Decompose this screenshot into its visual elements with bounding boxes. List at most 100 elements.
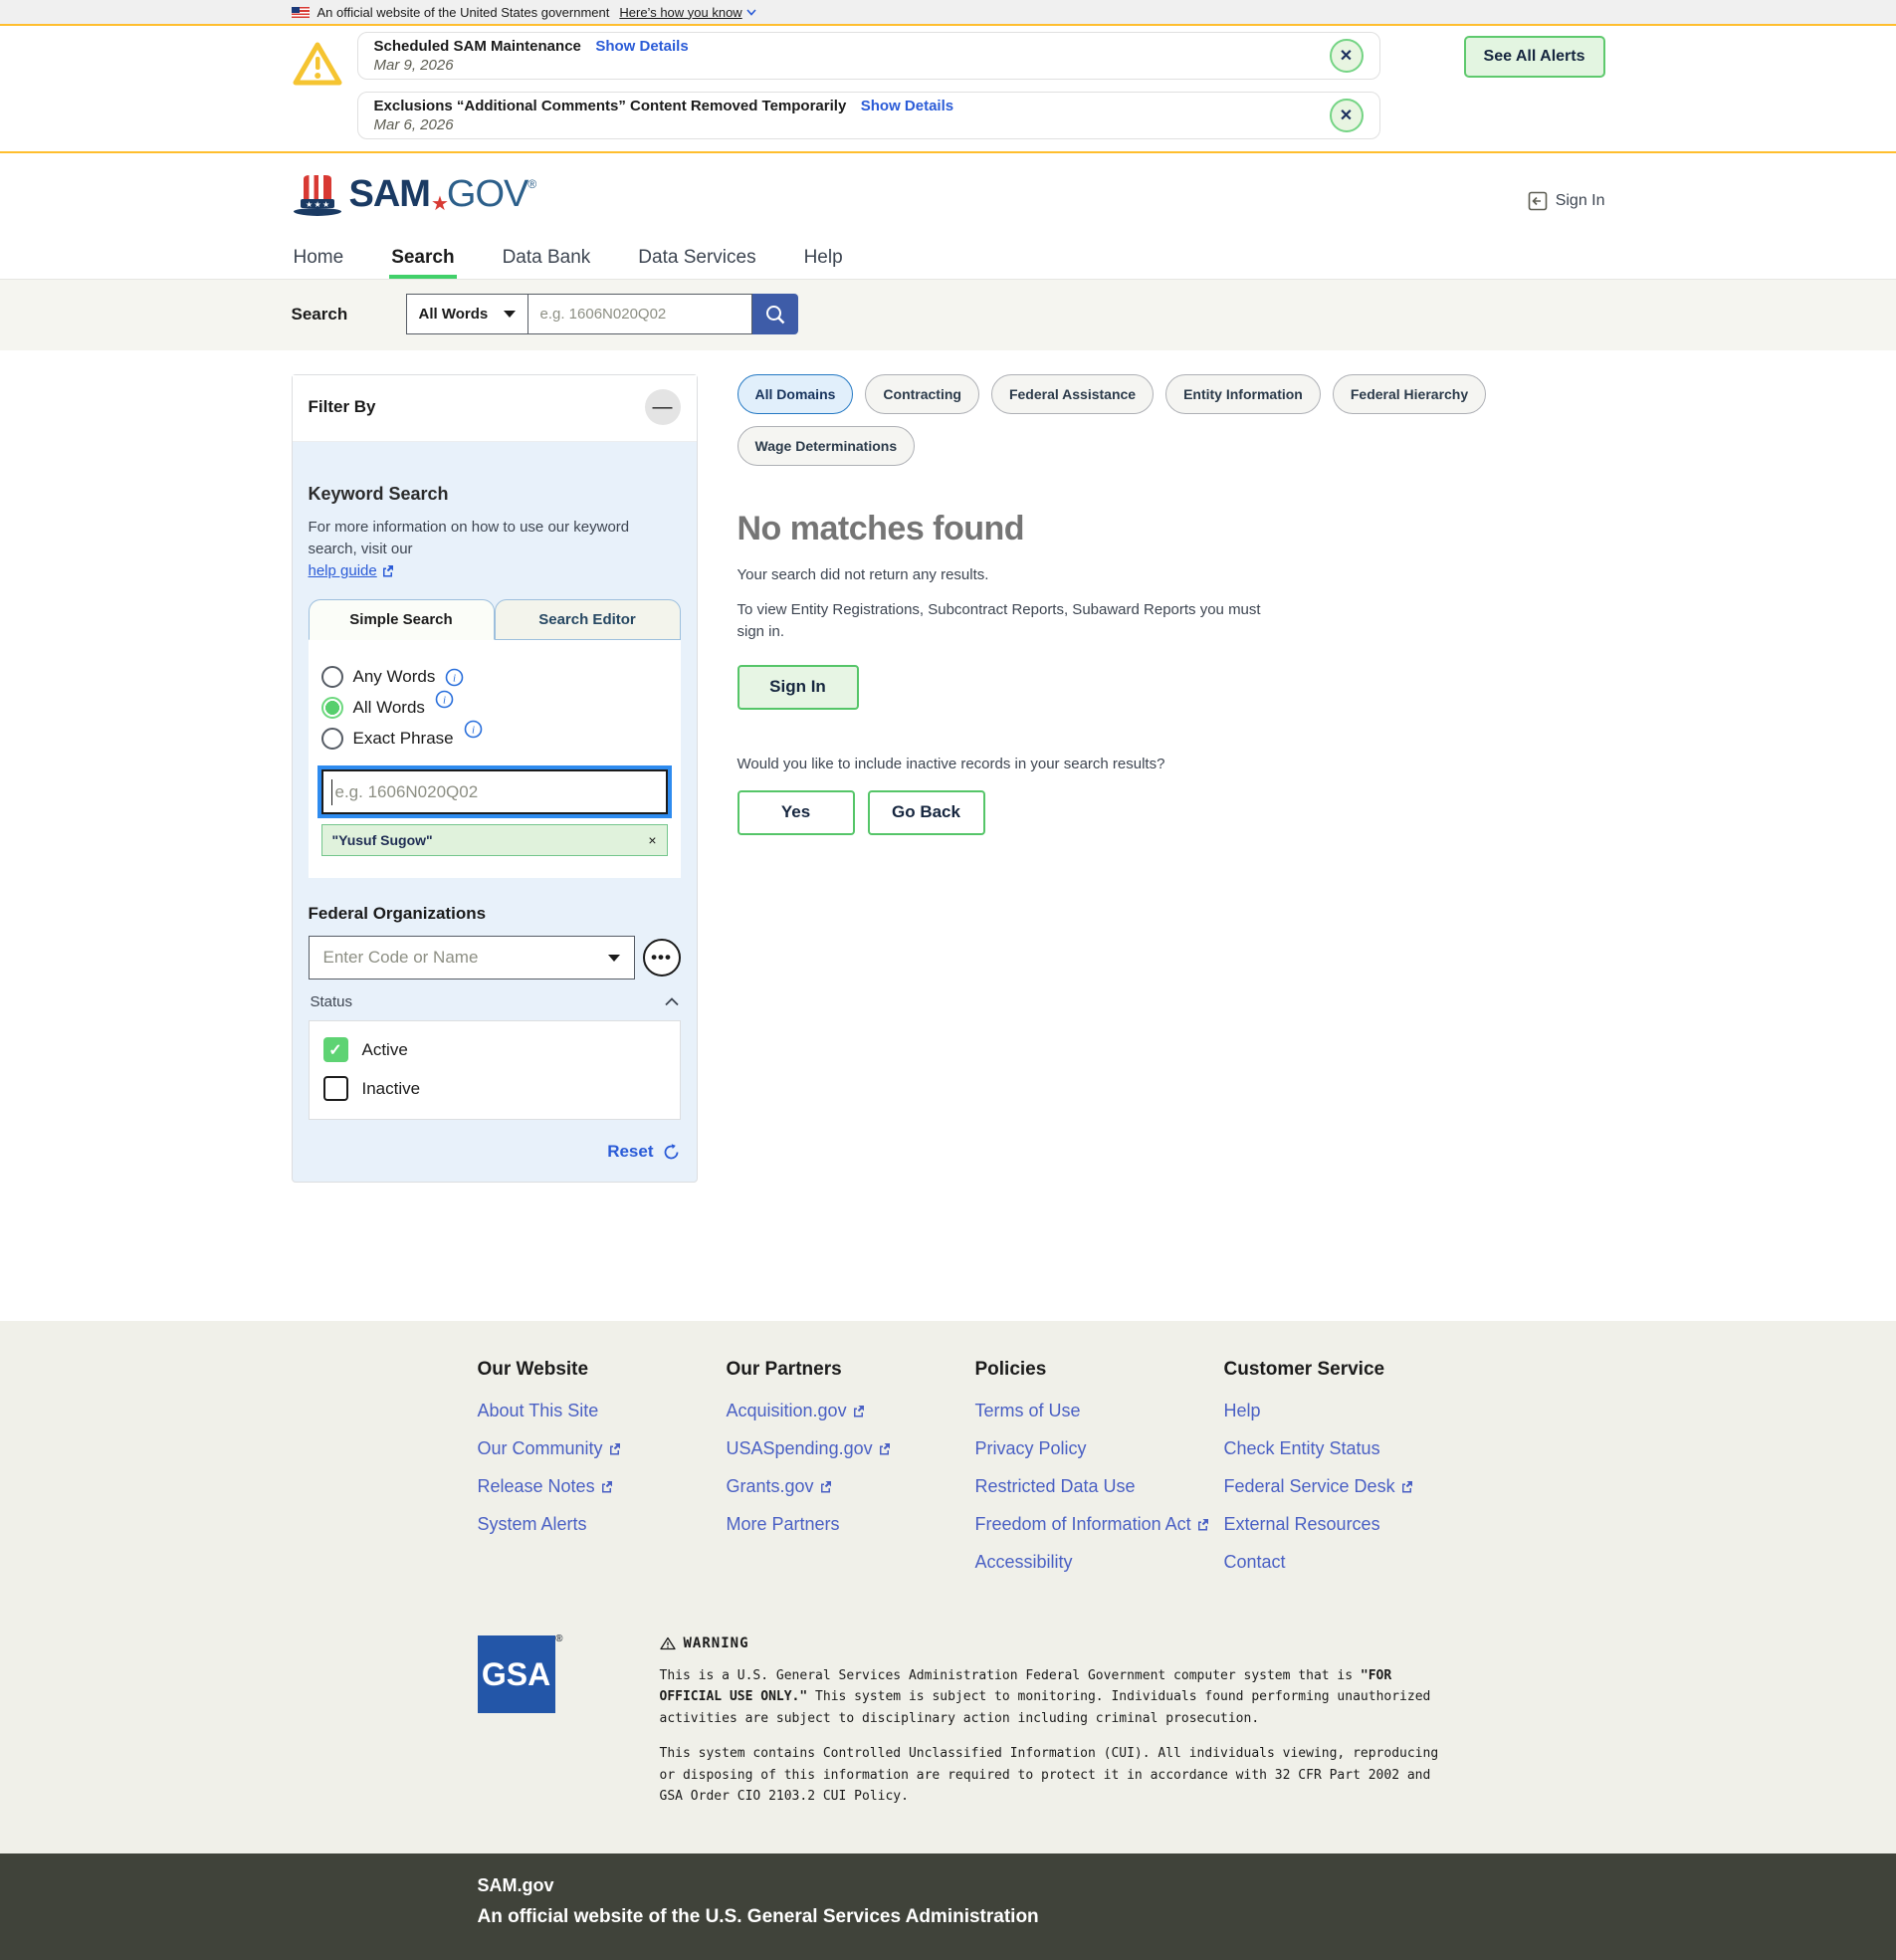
tab-search-editor[interactable]: Search Editor: [495, 599, 681, 640]
see-all-alerts-button[interactable]: See All Alerts: [1464, 36, 1605, 78]
footer-link-system-alerts[interactable]: System Alerts: [478, 1514, 727, 1535]
alert-title: Exclusions “Additional Comments” Content…: [374, 98, 847, 114]
footer-link-release-notes[interactable]: Release Notes: [478, 1476, 727, 1497]
radio-any-words[interactable]: Any Words i: [321, 666, 668, 688]
footer-link-external-resources[interactable]: External Resources: [1224, 1514, 1473, 1535]
footer-link-check-entity-status[interactable]: Check Entity Status: [1224, 1438, 1473, 1459]
checkbox-checked-icon: ✓: [323, 1037, 348, 1062]
domain-tab-federal-assistance[interactable]: Federal Assistance: [991, 374, 1154, 414]
radio-circle-checked-icon: [321, 697, 343, 719]
radio-exact-phrase[interactable]: Exact Phrase i: [321, 728, 668, 750]
footer-link-contact[interactable]: Contact: [1224, 1552, 1473, 1573]
sign-in-link[interactable]: Sign In: [1528, 191, 1605, 211]
nav-item-data-bank[interactable]: Data Bank: [501, 245, 593, 279]
svg-text:★: ★: [306, 200, 313, 209]
reset-icon[interactable]: [662, 1143, 681, 1162]
alert-close-button[interactable]: ✕: [1330, 39, 1364, 73]
reset-filters-link[interactable]: Reset: [607, 1142, 653, 1162]
help-guide-label: help guide: [309, 560, 377, 582]
footer-site-subtitle: An official website of the U.S. General …: [478, 1906, 1605, 1928]
nav-item-home[interactable]: Home: [292, 245, 346, 279]
footer-link-foia[interactable]: Freedom of Information Act: [975, 1514, 1224, 1535]
sam-gov-logo[interactable]: ★ ★ ★ SAM ★ GOV ®: [292, 173, 1605, 219]
login-arrow-icon: [1528, 191, 1548, 211]
keyword-chip-label: "Yusuf Sugow": [332, 832, 433, 848]
external-link-icon: [852, 1405, 865, 1417]
info-icon[interactable]: i: [445, 668, 464, 687]
federal-organizations-select[interactable]: Enter Code or Name: [309, 936, 635, 980]
alert-show-details-link[interactable]: Show Details: [595, 38, 688, 55]
footer-link-restricted-data-use[interactable]: Restricted Data Use: [975, 1476, 1224, 1497]
collapse-filters-button[interactable]: —: [645, 389, 681, 425]
filter-panel: Filter By — Keyword Search For more info…: [292, 374, 698, 1183]
domain-tab-entity-information[interactable]: Entity Information: [1165, 374, 1321, 414]
external-link-icon: [608, 1442, 621, 1455]
footer-link-more-partners[interactable]: More Partners: [727, 1514, 975, 1535]
domain-tab-wage-determinations[interactable]: Wage Determinations: [737, 426, 916, 466]
svg-text:i: i: [472, 724, 475, 736]
footer-heading: Our Partners: [727, 1359, 975, 1381]
keyword-input[interactable]: e.g. 1606N020Q02: [321, 769, 668, 814]
nav-item-data-services[interactable]: Data Services: [636, 245, 757, 279]
footer-link-acquisition-gov[interactable]: Acquisition.gov: [727, 1401, 975, 1421]
external-link-icon: [600, 1480, 613, 1493]
alerts-section: Scheduled SAM Maintenance Show Details M…: [0, 26, 1896, 153]
help-guide-link[interactable]: help guide: [309, 560, 394, 582]
footer-heading: Policies: [975, 1359, 1224, 1381]
gsa-logo: GSA ®: [478, 1635, 555, 1713]
footer-column-our-website: Our Website About This Site Our Communit…: [478, 1359, 727, 1590]
gov-banner: An official website of the United States…: [0, 0, 1896, 26]
radio-all-words[interactable]: All Words i: [321, 697, 668, 719]
how-you-know-link[interactable]: Here’s how you know: [619, 5, 741, 20]
federal-organizations-placeholder: Enter Code or Name: [323, 948, 479, 968]
info-icon[interactable]: i: [435, 690, 454, 709]
text-caret: [331, 779, 332, 805]
info-icon[interactable]: i: [464, 720, 483, 739]
radio-circle-icon: [321, 666, 343, 688]
search-submit-button[interactable]: [752, 294, 798, 334]
yes-button[interactable]: Yes: [737, 790, 855, 835]
search-label: Search: [292, 305, 406, 325]
tab-simple-search[interactable]: Simple Search: [309, 599, 495, 640]
checkbox-inactive[interactable]: Inactive: [323, 1076, 666, 1101]
search-strip: Search All Words: [0, 280, 1896, 350]
footer-link-our-community[interactable]: Our Community: [478, 1438, 727, 1459]
footer-link-help[interactable]: Help: [1224, 1401, 1473, 1421]
footer-link-about-this-site[interactable]: About This Site: [478, 1401, 727, 1421]
caret-down-icon: [504, 311, 516, 318]
keyword-chip: "Yusuf Sugow" ×: [321, 824, 668, 856]
search-mode-dropdown[interactable]: All Words: [406, 294, 527, 334]
sign-in-button[interactable]: Sign In: [737, 665, 859, 710]
footer-link-terms-of-use[interactable]: Terms of Use: [975, 1401, 1224, 1421]
footer-link-usaspending-gov[interactable]: USASpending.gov: [727, 1438, 975, 1459]
nav-item-search[interactable]: Search: [389, 245, 456, 279]
footer-link-federal-service-desk[interactable]: Federal Service Desk: [1224, 1476, 1473, 1497]
domain-tab-federal-hierarchy[interactable]: Federal Hierarchy: [1333, 374, 1486, 414]
footer-link-privacy-policy[interactable]: Privacy Policy: [975, 1438, 1224, 1459]
svg-text:i: i: [443, 694, 446, 706]
close-icon: ✕: [1340, 106, 1353, 125]
domain-tabs: All Domains Contracting Federal Assistan…: [737, 374, 1605, 466]
chip-close-icon[interactable]: ×: [648, 832, 656, 848]
domain-tab-contracting[interactable]: Contracting: [865, 374, 979, 414]
go-back-button[interactable]: Go Back: [868, 790, 985, 835]
footer-link-grants-gov[interactable]: Grants.gov: [727, 1476, 975, 1497]
more-options-button[interactable]: •••: [643, 939, 681, 977]
site-header: ★ ★ ★ SAM ★ GOV ® Sign In: [0, 153, 1896, 245]
alert-show-details-link[interactable]: Show Details: [861, 98, 953, 114]
search-input[interactable]: [527, 294, 752, 334]
search-mode-value: All Words: [419, 306, 489, 323]
warning-paragraph-1: This is a U.S. General Services Administ…: [660, 1665, 1446, 1729]
domain-tab-all-domains[interactable]: All Domains: [737, 374, 854, 414]
alert-close-button[interactable]: ✕: [1330, 99, 1364, 132]
footer-column-customer-service: Customer Service Help Check Entity Statu…: [1224, 1359, 1473, 1590]
nav-item-help[interactable]: Help: [802, 245, 845, 279]
chevron-up-icon[interactable]: [665, 997, 679, 1006]
checkbox-active[interactable]: ✓ Active: [323, 1037, 666, 1062]
footer-link-accessibility[interactable]: Accessibility: [975, 1552, 1224, 1573]
caret-down-icon: [608, 955, 620, 962]
site-footer: Our Website About This Site Our Communit…: [0, 1321, 1896, 1853]
alert-card: Exclusions “Additional Comments” Content…: [357, 92, 1380, 139]
status-heading: Status: [311, 993, 353, 1010]
logo-registered-mark: ®: [527, 177, 536, 191]
